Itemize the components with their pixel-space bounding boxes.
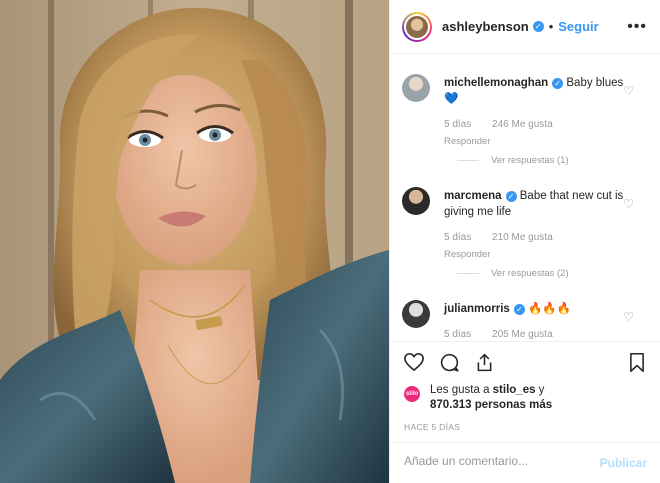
comment-username[interactable]: michellemonaghan <box>444 77 548 89</box>
commenter-avatar[interactable] <box>402 187 430 215</box>
likes-count[interactable]: 870.313 personas más <box>430 399 552 411</box>
comment-item: marcmena ✓ Babe that new cut is giving me… <box>402 187 652 297</box>
view-replies-label: Ver respuestas (2) <box>491 268 569 279</box>
comment-time: 5 días <box>444 232 472 243</box>
comment-item: michellemonaghan ✓ Baby blues 💙 ♡ 5 días … <box>402 74 652 184</box>
view-replies-button[interactable]: Ver respuestas (1) <box>457 155 569 166</box>
post-actions-bar <box>390 341 660 381</box>
comment-likes[interactable]: 205 Me gusta <box>492 329 553 340</box>
like-comment-heart-icon[interactable]: ♡ <box>623 84 634 98</box>
replies-divider-line <box>457 160 479 161</box>
comment-meta: 5 días 205 Me gusta <box>444 329 571 340</box>
add-comment-bar: Publicar <box>390 442 660 483</box>
post-timestamp[interactable]: HACE 5 DÍAS <box>404 422 460 432</box>
share-icon[interactable] <box>474 352 495 373</box>
comment-likes[interactable]: 210 Me gusta <box>492 232 553 243</box>
verified-badge-icon: ✓ <box>532 21 544 32</box>
view-replies-label: Ver respuestas (1) <box>491 155 569 166</box>
comment-meta: 5 días 210 Me gusta <box>444 232 571 243</box>
publish-button[interactable]: Publicar <box>600 456 647 470</box>
comment-bubble-icon[interactable] <box>439 352 460 373</box>
likes-summary: stilo Les gusta a stilo_es y 870.313 per… <box>404 383 654 413</box>
comment-time: 5 días <box>444 329 472 340</box>
replies-divider-line <box>457 273 479 274</box>
bookmark-icon[interactable] <box>628 352 646 373</box>
likes-prefix: Les gusta a <box>430 384 493 396</box>
view-replies-button[interactable]: Ver respuestas (2) <box>457 268 569 279</box>
comment-body: julianmorris ✓ 🔥🔥🔥 <box>444 301 624 317</box>
likes-text: Les gusta a stilo_es y 870.313 personas … <box>430 383 552 413</box>
comment-username[interactable]: marcmena <box>444 190 502 202</box>
like-comment-heart-icon[interactable]: ♡ <box>623 197 634 211</box>
liker-username[interactable]: stilo_es <box>493 384 536 396</box>
comment-meta: 5 días 246 Me gusta <box>444 119 571 130</box>
like-heart-icon[interactable] <box>403 352 425 372</box>
comment-username[interactable]: julianmorris <box>444 303 510 315</box>
comment-likes[interactable]: 246 Me gusta <box>492 119 553 130</box>
reply-button[interactable]: Responder <box>444 249 490 260</box>
post-header: ashleybenson ✓ • Seguir ••• <box>390 0 660 54</box>
comments-list[interactable]: michellemonaghan ✓ Baby blues 💙 ♡ 5 días … <box>390 55 660 341</box>
post-photo[interactable] <box>0 0 389 483</box>
comment-time: 5 días <box>444 119 472 130</box>
comment-body: michellemonaghan ✓ Baby blues 💙 <box>444 75 624 107</box>
comment-input[interactable] <box>404 454 594 468</box>
follow-button[interactable]: Seguir <box>558 19 598 34</box>
comment-body: marcmena ✓ Babe that new cut is giving me… <box>444 188 624 220</box>
commenter-avatar[interactable] <box>402 74 430 102</box>
verified-badge-icon: ✓ <box>513 304 525 315</box>
more-options-icon[interactable]: ••• <box>627 18 647 36</box>
comment-text: 🔥🔥🔥 <box>528 303 571 315</box>
verified-badge-icon: ✓ <box>505 191 517 202</box>
verified-badge-icon: ✓ <box>552 78 564 89</box>
like-comment-heart-icon[interactable]: ♡ <box>623 310 634 324</box>
author-username[interactable]: ashleybenson <box>442 19 529 34</box>
comment-item: julianmorris ✓ 🔥🔥🔥 ♡ 5 días 205 Me gusta <box>402 300 652 341</box>
post-side-panel: ashleybenson ✓ • Seguir ••• michellemona… <box>389 0 660 483</box>
reply-button[interactable]: Responder <box>444 136 490 147</box>
header-separator: • <box>548 19 554 34</box>
author-avatar[interactable] <box>402 11 432 42</box>
likes-conjunction: y <box>535 384 545 396</box>
liker-avatar[interactable]: stilo <box>404 386 420 402</box>
commenter-avatar[interactable] <box>402 300 430 328</box>
